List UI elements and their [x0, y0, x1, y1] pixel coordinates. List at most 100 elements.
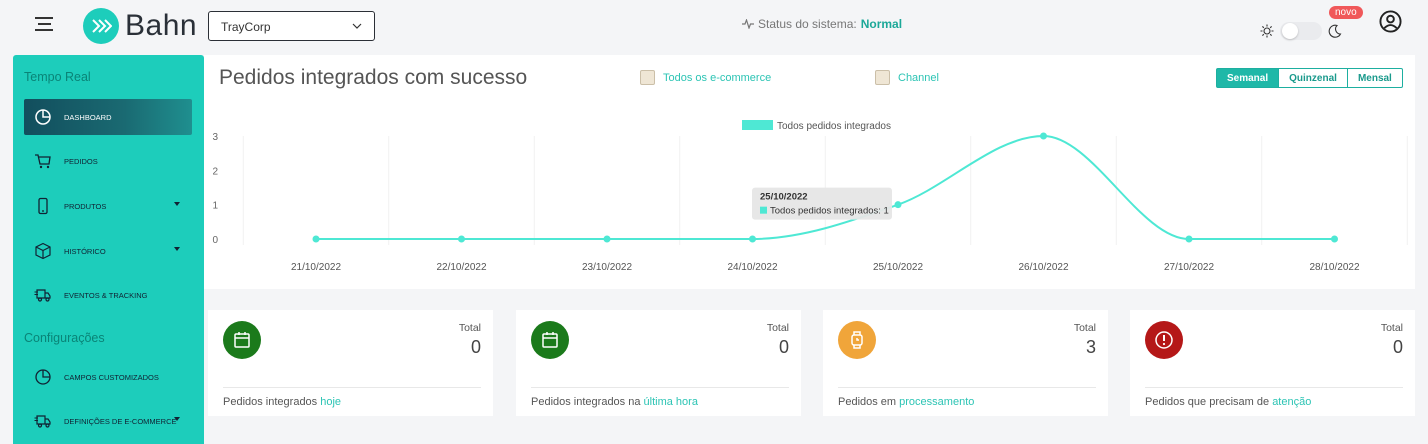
stat-footer-link[interactable]: última hora: [644, 396, 698, 408]
stat-icon-circle: [838, 321, 876, 359]
data-point: [1331, 235, 1338, 243]
stat-footer-text: Pedidos integrados na: [531, 396, 644, 408]
total-value: 0: [470, 337, 481, 357]
pulse-icon: [742, 19, 754, 29]
sidebar-item-label: HISTÓRICO: [64, 246, 106, 256]
divider: [1145, 387, 1403, 388]
x-tick-label: 25/10/2022: [873, 262, 923, 273]
stat-footer: Pedidos integrados hoje: [223, 396, 341, 408]
data-point: [1185, 235, 1193, 243]
line-chart: 0 1 2 3 21/10/2022 22/10/2022 23/10/2022 24/10/…: [212, 120, 1408, 273]
logo-text: Bahn: [125, 9, 198, 42]
sidebar-item-eventos-tracking[interactable]: EVENTOS & TRACKING: [24, 277, 192, 313]
y-tick-label: 1: [212, 201, 218, 212]
sidebar-item-campos-customizados[interactable]: CAMPOS CUSTOMIZADOS: [24, 359, 192, 395]
stat-footer-link[interactable]: processamento: [899, 396, 974, 408]
hamburger-icon[interactable]: [35, 17, 53, 33]
divider: [531, 387, 789, 388]
data-point: [749, 235, 756, 243]
total-label: Total: [1073, 322, 1096, 334]
calendar-icon: [234, 332, 250, 348]
stat-card-today: Total 0 Pedidos integrados hoje: [208, 310, 493, 416]
sidebar-item-label: DASHBOARD: [64, 112, 112, 122]
new-badge: novo: [1329, 6, 1363, 19]
tooltip-text: Todos pedidos integrados: 1: [770, 206, 889, 217]
stat-card-last-hour: Total 0 Pedidos integrados na última hor…: [516, 310, 801, 416]
logo-mark-icon: [83, 8, 119, 44]
stat-footer-text: Pedidos que precisam de: [1145, 396, 1273, 408]
stat-icon-circle: [223, 321, 261, 359]
sidebar-item-dashboard[interactable]: DASHBOARD: [24, 99, 192, 135]
total-value: 3: [1085, 337, 1096, 357]
pie-chart-icon: [35, 109, 51, 125]
top-header: Bahn TrayCorp Status do sistema: Normal …: [0, 0, 1428, 54]
y-tick-label: 0: [212, 235, 218, 246]
data-point: [312, 235, 320, 243]
caret-down-icon: [174, 202, 180, 206]
watch-icon: [851, 331, 863, 349]
section-realtime: Tempo Real: [24, 70, 91, 84]
user-circle-icon[interactable]: [1379, 10, 1402, 33]
stat-footer: Pedidos integrados na última hora: [531, 396, 698, 408]
total-label: Total: [458, 322, 481, 334]
stat-footer: Pedidos em processamento: [838, 396, 974, 408]
total-value: 0: [778, 337, 789, 357]
stat-footer: Pedidos que precisam de atenção: [1145, 396, 1311, 408]
logo[interactable]: Bahn: [83, 8, 197, 44]
sidebar-item-pedidos[interactable]: PEDIDOS: [24, 143, 192, 179]
x-tick-label: 22/10/2022: [436, 262, 486, 273]
x-tick-label: 27/10/2022: [1164, 262, 1214, 273]
tooltip-date: 25/10/2022: [760, 192, 808, 203]
box-icon: [35, 242, 51, 260]
stat-footer-link[interactable]: hoje: [320, 396, 341, 408]
pie-chart-icon: [35, 369, 51, 385]
stat-icon-circle: [531, 321, 569, 359]
stat-footer-text: Pedidos em: [838, 396, 900, 408]
x-tick-label: 24/10/2022: [727, 262, 777, 273]
truck-icon: [34, 415, 51, 428]
caret-down-icon: [174, 247, 180, 251]
sidebar-item-label: CAMPOS CUSTOMIZADOS: [64, 372, 159, 382]
status-value: Normal: [860, 17, 903, 31]
moon-icon: [1328, 24, 1342, 38]
cart-icon: [35, 154, 51, 169]
sidebar-item-historico[interactable]: HISTÓRICO: [24, 233, 192, 269]
data-point: [458, 235, 465, 243]
theme-toggle[interactable]: [1260, 22, 1342, 40]
toggle-track[interactable]: [1280, 22, 1322, 40]
data-point: [603, 235, 611, 243]
stat-footer-text: Pedidos integrados: [223, 396, 321, 408]
alert-icon: [1155, 331, 1173, 349]
mobile-icon: [38, 197, 48, 215]
toggle-knob: [1282, 23, 1298, 39]
divider: [838, 387, 1096, 388]
stat-icon-circle: [1145, 321, 1183, 359]
y-tick-label: 2: [212, 166, 218, 177]
y-tick-label: 3: [212, 132, 218, 143]
tooltip-swatch: [760, 206, 767, 214]
sidebar-item-produtos[interactable]: PRODUTOS: [24, 188, 192, 224]
divider: [223, 387, 481, 388]
stat-footer-link[interactable]: atenção: [1272, 396, 1311, 408]
company-select-value: TrayCorp: [221, 20, 271, 34]
stat-card-attention: Total 0 Pedidos que precisam de atenção: [1130, 310, 1415, 416]
total-value: 0: [1392, 337, 1403, 357]
x-tick-label: 26/10/2022: [1018, 262, 1068, 273]
data-point: [1040, 132, 1047, 140]
system-status: Status do sistema: Normal: [742, 17, 902, 31]
x-tick-label: 21/10/2022: [291, 262, 341, 273]
status-label: Status do sistema:: [758, 17, 857, 31]
sidebar-item-label: DEFINIÇÕES DE E-COMMERCE: [64, 416, 177, 426]
x-tick-label: 23/10/2022: [582, 262, 632, 273]
x-tick-label: 28/10/2022: [1309, 262, 1359, 273]
company-select[interactable]: TrayCorp: [208, 11, 375, 41]
caret-down-icon: [174, 417, 180, 421]
sidebar: Tempo Real DASHBOARD PEDIDOS PRODUTOS HI…: [13, 55, 204, 444]
sidebar-item-definicoes-ecommerce[interactable]: DEFINIÇÕES DE E-COMMERCE: [24, 403, 192, 439]
sidebar-item-label: EVENTOS & TRACKING: [64, 290, 148, 300]
sidebar-item-label: PRODUTOS: [64, 201, 107, 211]
stat-card-processing: Total 3 Pedidos em processamento: [823, 310, 1108, 416]
legend-swatch: [742, 120, 773, 130]
truck-icon: [34, 289, 51, 302]
total-label: Total: [766, 322, 789, 334]
